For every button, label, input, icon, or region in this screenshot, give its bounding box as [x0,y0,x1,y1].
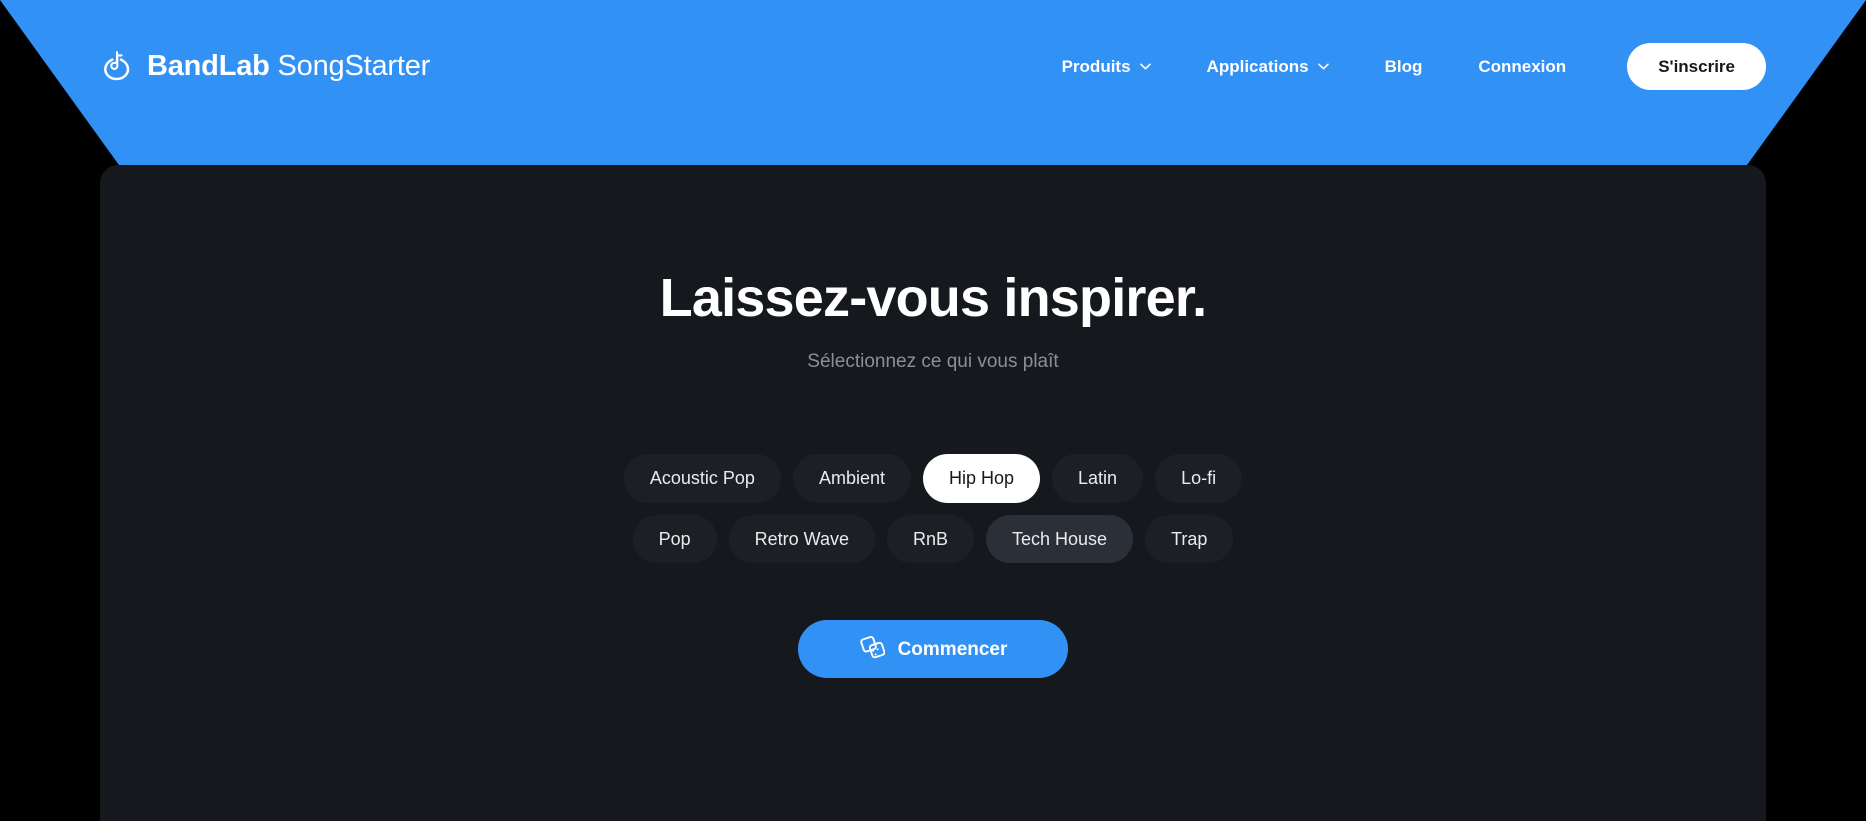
hero-section: Laissez-vous inspirer. Sélectionnez ce q… [100,165,1766,679]
genre-chip-tech-house[interactable]: Tech House [986,514,1134,564]
nav-item-connexion[interactable]: Connexion [1450,48,1594,85]
logo-product-text: SongStarter [277,49,431,82]
dice-icon [859,636,885,662]
genre-chip-lo-fi[interactable]: Lo-fi [1155,454,1243,503]
page-title: Laissez-vous inspirer. [659,268,1207,328]
bandlab-songstarter-logo[interactable]: BandLab SongStarter [100,49,430,83]
bandlab-logo-icon [100,49,134,83]
main-navigation: Produits Applications Blog Connexion S'i… [1034,42,1766,90]
cta-container: Commencer [100,620,1766,679]
logo-wordmark: BandLab SongStarter [147,49,431,82]
nav-item-applications-label: Applications [1206,56,1309,76]
nav-item-connexion-label: Connexion [1478,56,1567,76]
genre-chip-pop[interactable]: Pop [632,514,717,564]
genre-chip-latin[interactable]: Latin [1052,454,1144,503]
genre-chip-acoustic-pop[interactable]: Acoustic Pop [623,454,781,503]
genre-chip-rnb[interactable]: RnB [886,514,974,564]
site-header: BandLab SongStarter Produits Application… [0,0,1866,132]
nav-item-blog-label: Blog [1384,56,1423,76]
genre-chip-group: Acoustic Pop Ambient Hip Hop Latin Lo-fi… [583,454,1283,564]
genre-chip-trap[interactable]: Trap [1145,514,1234,564]
genre-chip-retro-wave[interactable]: Retro Wave [728,514,875,564]
genre-chip-ambient[interactable]: Ambient [792,454,911,503]
start-button-label: Commencer [897,638,1008,660]
chevron-down-icon [1139,63,1151,70]
genre-chip-hip-hop[interactable]: Hip Hop [923,454,1041,503]
logo-brand-text: BandLab [147,49,270,82]
chevron-down-icon [1317,63,1329,70]
signup-button[interactable]: S'inscrire [1627,42,1766,90]
nav-item-produits-label: Produits [1061,56,1131,76]
nav-item-applications[interactable]: Applications [1179,48,1357,85]
nav-item-produits[interactable]: Produits [1034,48,1179,85]
page-root: BandLab SongStarter Produits Application… [0,0,1866,821]
nav-item-blog[interactable]: Blog [1357,48,1451,85]
page-subtitle: Sélectionnez ce qui vous plaît [807,351,1059,373]
content-panel: Laissez-vous inspirer. Sélectionnez ce q… [100,165,1766,821]
start-button[interactable]: Commencer [798,620,1068,679]
